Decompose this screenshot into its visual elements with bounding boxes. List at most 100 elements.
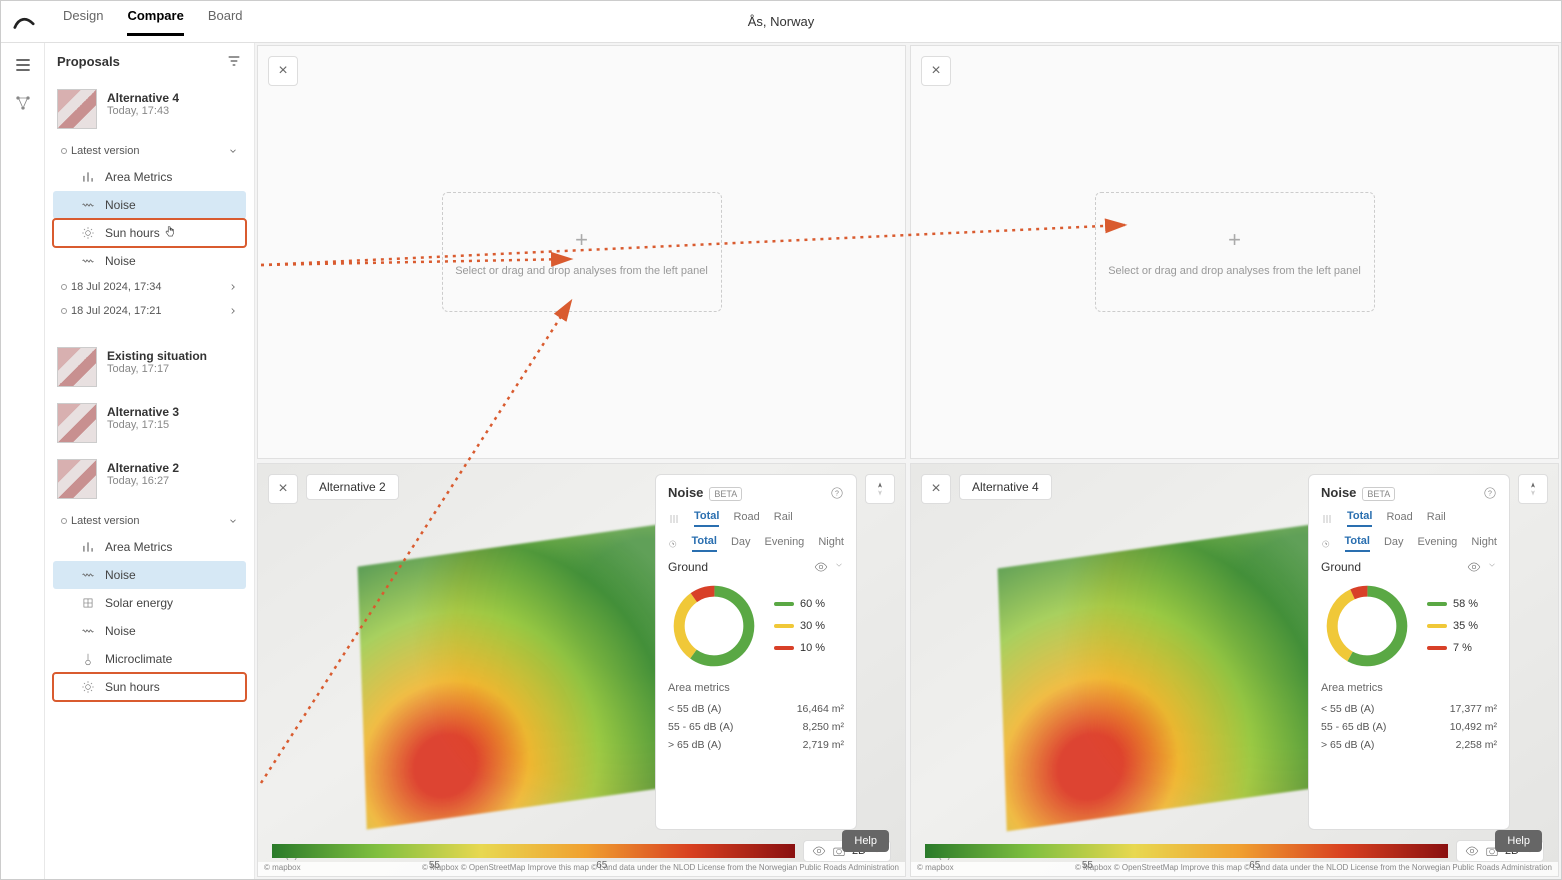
eye-icon[interactable] bbox=[1467, 560, 1481, 574]
noise-time-tabs: Total Day Evening Night bbox=[1321, 535, 1497, 552]
proposal-item[interactable]: Alternative 4 Today, 17:43 bbox=[53, 83, 246, 135]
metric-row: 55 - 65 dB (A)10,492 m² bbox=[1321, 718, 1497, 736]
proposal-item[interactable]: Existing situationToday, 17:17 bbox=[53, 341, 246, 393]
proposal-thumbnail bbox=[57, 347, 97, 387]
plus-icon: + bbox=[1228, 227, 1241, 253]
analysis-noise[interactable]: Noise bbox=[53, 617, 246, 645]
color-legend: 55 65 2D bbox=[925, 836, 1544, 866]
proposal-item[interactable]: Alternative 2Today, 16:27 bbox=[53, 453, 246, 505]
tab-board[interactable]: Board bbox=[208, 8, 243, 36]
tab-day[interactable]: Day bbox=[1384, 536, 1404, 551]
pct-green: 58 % bbox=[1453, 598, 1478, 610]
eye-icon[interactable] bbox=[812, 844, 826, 858]
version-date: 18 Jul 2024, 17:34 bbox=[71, 281, 162, 293]
dropzone-text: Select or drag and drop analyses from th… bbox=[1108, 265, 1361, 277]
tab-night[interactable]: Night bbox=[818, 536, 844, 551]
analysis-sun-hours[interactable]: Sun hours bbox=[53, 219, 246, 247]
tab-evening[interactable]: Evening bbox=[765, 536, 805, 551]
chevron-down-icon[interactable] bbox=[834, 560, 844, 570]
compare-panel-map-right[interactable]: × Alternative 4 dB (A) 55 65 2D bbox=[910, 463, 1559, 877]
dropzone[interactable]: + Select or drag and drop analyses from … bbox=[1095, 192, 1375, 312]
pct-yellow: 30 % bbox=[800, 620, 825, 632]
metric-row: > 65 dB (A)2,258 m² bbox=[1321, 736, 1497, 754]
tab-compare[interactable]: Compare bbox=[127, 8, 183, 36]
proposal-thumbnail bbox=[57, 403, 97, 443]
version-row[interactable]: Latest version bbox=[53, 509, 246, 533]
version-row-older[interactable]: 18 Jul 2024, 17:21 bbox=[53, 299, 246, 323]
compass-button[interactable] bbox=[1518, 474, 1548, 504]
compass-icon bbox=[1525, 481, 1541, 497]
plus-icon: + bbox=[575, 227, 588, 253]
chevron-down-icon[interactable] bbox=[1487, 560, 1497, 570]
network-icon[interactable] bbox=[13, 93, 33, 113]
analysis-sun-hours[interactable]: Sun hours bbox=[53, 673, 246, 701]
analysis-area-metrics[interactable]: Area Metrics bbox=[53, 163, 246, 191]
clock-icon bbox=[668, 538, 678, 550]
tab-rail[interactable]: Rail bbox=[774, 511, 793, 526]
legend-tick: 65 bbox=[1249, 860, 1260, 871]
sliders-icon bbox=[668, 513, 680, 525]
noise-mode-tabs: Total Road Rail bbox=[668, 510, 844, 527]
version-row-older[interactable]: 18 Jul 2024, 17:34 bbox=[53, 275, 246, 299]
help-button[interactable]: Help bbox=[842, 830, 889, 852]
tab-total[interactable]: Total bbox=[1347, 510, 1372, 527]
menu-icon[interactable] bbox=[13, 55, 33, 75]
compare-panel-map-left[interactable]: × Alternative 2 dB (A) 55 65 2D bbox=[257, 463, 906, 877]
analysis-noise[interactable]: Noise bbox=[53, 561, 246, 589]
panel-close-button[interactable]: × bbox=[921, 474, 951, 504]
analysis-microclimate[interactable]: Microclimate bbox=[53, 645, 246, 673]
compass-icon bbox=[872, 481, 888, 497]
proposal-name: Alternative 4 bbox=[107, 91, 179, 105]
help-icon[interactable]: ? bbox=[1483, 486, 1497, 500]
beta-badge: BETA bbox=[709, 487, 742, 501]
filter-icon[interactable] bbox=[226, 53, 242, 69]
proposal-thumbnail bbox=[57, 459, 97, 499]
sun-icon bbox=[81, 226, 95, 240]
panel-close-button[interactable]: × bbox=[268, 474, 298, 504]
version-row[interactable]: Latest version bbox=[53, 139, 246, 163]
chevron-down-icon bbox=[228, 146, 238, 156]
chevron-right-icon bbox=[228, 306, 238, 316]
version-date: 18 Jul 2024, 17:21 bbox=[71, 305, 162, 317]
wave-icon bbox=[81, 198, 95, 212]
proposal-item[interactable]: Alternative 3Today, 17:15 bbox=[53, 397, 246, 449]
help-icon[interactable]: ? bbox=[830, 486, 844, 500]
tab-total-time[interactable]: Total bbox=[692, 535, 717, 552]
tab-night[interactable]: Night bbox=[1471, 536, 1497, 551]
panel-proposal-name: Alternative 4 bbox=[959, 474, 1052, 500]
analysis-solar-energy[interactable]: Solar energy bbox=[53, 589, 246, 617]
panel-close-button[interactable]: × bbox=[921, 56, 951, 86]
analysis-noise[interactable]: Noise bbox=[53, 247, 246, 275]
panel-proposal-name: Alternative 2 bbox=[306, 474, 399, 500]
pct-red: 7 % bbox=[1453, 642, 1472, 654]
proposal-time: Today, 16:27 bbox=[107, 475, 179, 487]
tab-rail[interactable]: Rail bbox=[1427, 511, 1446, 526]
compass-button[interactable] bbox=[865, 474, 895, 504]
tab-design[interactable]: Design bbox=[63, 8, 103, 36]
legend-tick: 55 bbox=[1082, 860, 1093, 871]
panel-close-button[interactable]: × bbox=[268, 56, 298, 86]
legend-tick: 65 bbox=[596, 860, 607, 871]
tab-road[interactable]: Road bbox=[733, 511, 759, 526]
proposals-sidebar: Proposals Alternative 4 Today, 17:43 Lat… bbox=[45, 43, 255, 879]
wave-icon bbox=[81, 254, 95, 268]
chevron-right-icon bbox=[228, 282, 238, 292]
tab-total-time[interactable]: Total bbox=[1345, 535, 1370, 552]
tab-day[interactable]: Day bbox=[731, 536, 751, 551]
analysis-area-metrics[interactable]: Area Metrics bbox=[53, 533, 246, 561]
chevron-down-icon bbox=[228, 516, 238, 526]
eye-icon[interactable] bbox=[1465, 844, 1479, 858]
dropzone[interactable]: + Select or drag and drop analyses from … bbox=[442, 192, 722, 312]
noise-title: Noise bbox=[668, 485, 703, 500]
main-tabs: Design Compare Board bbox=[63, 8, 243, 36]
noise-title: Noise bbox=[1321, 485, 1356, 500]
analysis-noise[interactable]: Noise bbox=[53, 191, 246, 219]
proposal-name: Existing situation bbox=[107, 349, 207, 363]
pct-red: 10 % bbox=[800, 642, 825, 654]
metric-row: > 65 dB (A)2,719 m² bbox=[668, 736, 844, 754]
help-button[interactable]: Help bbox=[1495, 830, 1542, 852]
tab-road[interactable]: Road bbox=[1386, 511, 1412, 526]
eye-icon[interactable] bbox=[814, 560, 828, 574]
tab-total[interactable]: Total bbox=[694, 510, 719, 527]
tab-evening[interactable]: Evening bbox=[1418, 536, 1458, 551]
